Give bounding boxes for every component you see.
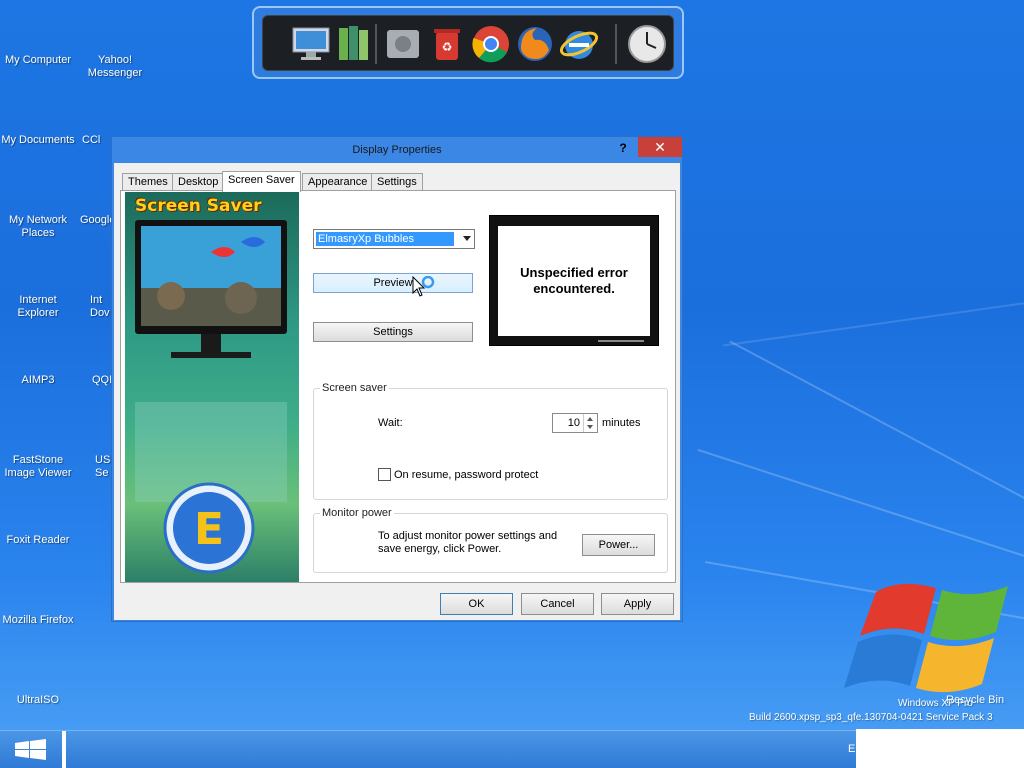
screensaver-select[interactable]: ElmasryXp Bubbles — [313, 229, 475, 249]
tab-screen-saver[interactable]: Screen Saver — [222, 171, 301, 192]
help-button[interactable]: ? — [612, 139, 634, 157]
screen-saver-banner: Screen Saver E — [125, 192, 299, 582]
tab-appearance[interactable]: Appearance — [302, 173, 374, 191]
cancel-button[interactable]: Cancel — [521, 593, 594, 615]
minutes-label: minutes — [602, 417, 641, 429]
dock: ♻ — [262, 15, 674, 71]
tab-settings[interactable]: Settings — [371, 173, 423, 191]
desktop-icon-faststone[interactable]: FastStone Image Viewer — [0, 454, 76, 480]
screensaver-select-value: ElmasryXp Bubbles — [316, 232, 454, 246]
recycle-bin-icon[interactable]: ♻ — [427, 24, 467, 64]
apply-button[interactable]: Apply — [601, 593, 674, 615]
desktop-icon-ccleaner[interactable]: CCl — [82, 134, 112, 147]
password-protect-label[interactable]: On resume, password protect — [394, 469, 538, 481]
ok-button[interactable]: OK — [440, 593, 513, 615]
firefox-icon[interactable] — [515, 24, 555, 64]
tray-label: E — [848, 743, 856, 755]
desktop-icon-google[interactable]: Google — [80, 214, 112, 227]
windows-logo-icon — [844, 583, 1008, 693]
dock-separator — [615, 24, 617, 64]
disk-icon[interactable] — [383, 24, 423, 64]
dock-separator — [375, 24, 377, 64]
desktop-icon-usb[interactable]: USI Se — [95, 454, 112, 480]
spin-down-icon[interactable] — [587, 425, 593, 429]
desktop-icon-aimp3[interactable]: AIMP3 — [0, 374, 76, 387]
chevron-down-icon[interactable] — [463, 236, 471, 241]
desktop-icon-mozilla-firefox[interactable]: Mozilla Firefox — [0, 614, 76, 627]
monitor-stand-bar — [598, 340, 644, 342]
window-title: Display Properties — [352, 144, 442, 156]
settings-button[interactable]: Settings — [313, 322, 473, 342]
build-text: Build 2600.xpsp_sp3_qfe.130704-0421 Serv… — [749, 712, 993, 723]
desktop-icon-internet-download[interactable]: Int Dov — [90, 294, 112, 320]
spin-up-icon[interactable] — [587, 417, 593, 421]
power-button[interactable]: Power... — [582, 534, 655, 556]
screen-saver-group: Screen saver Wait: 10 minutes On resume,… — [313, 382, 668, 500]
screen-saver-panel: Screen Saver E ElmasryXp Bubbles Preview… — [120, 190, 676, 583]
tray-overlay — [856, 729, 1024, 768]
dock-frame: ♻ — [252, 6, 684, 79]
start-button-windows-icon[interactable] — [0, 731, 62, 768]
monitor-power-group: Monitor power To adjust monitor power se… — [313, 507, 668, 573]
preview-button[interactable]: Preview — [313, 273, 473, 293]
screen-saver-group-label: Screen saver — [320, 382, 389, 394]
os-version-text: Windows XP Pro — [898, 698, 973, 709]
password-protect-checkbox[interactable] — [378, 468, 391, 481]
stepper-buttons[interactable] — [583, 414, 597, 432]
wait-label: Wait: — [378, 417, 403, 429]
svg-text:♻: ♻ — [442, 40, 453, 54]
desktop-icon-my-documents[interactable]: My Documents — [0, 134, 76, 147]
tab-desktop[interactable]: Desktop — [172, 173, 225, 191]
aquarium-monitor-image — [135, 220, 287, 358]
clock-icon[interactable] — [627, 24, 667, 64]
monitor-power-description: To adjust monitor power settings and sav… — [378, 530, 558, 555]
wait-minutes-stepper[interactable]: 10 — [552, 413, 598, 433]
internet-explorer-icon[interactable] — [559, 24, 599, 64]
monitor-icon[interactable] — [291, 24, 331, 64]
wait-minutes-value: 10 — [567, 417, 580, 429]
desktop-icon-ultraiso[interactable]: UltraISO — [0, 694, 76, 707]
svg-text:E: E — [194, 504, 224, 555]
close-button[interactable]: ✕ — [638, 137, 682, 157]
monitor-error-message: Unspecified error encountered. — [498, 226, 650, 336]
chrome-icon[interactable] — [471, 24, 511, 64]
taskbar-separator — [62, 731, 66, 768]
banner-title: Screen Saver — [135, 196, 262, 216]
busy-cursor-icon — [412, 276, 435, 297]
desktop-icon-internet-explorer[interactable]: Internet Explorer — [0, 294, 76, 320]
window-client: Themes Desktop Screen Saver Appearance S… — [114, 163, 680, 620]
desktop-icon-qq[interactable]: QQI — [92, 374, 112, 387]
title-bar[interactable]: Display Properties ? ✕ — [112, 137, 682, 162]
tab-themes[interactable]: Themes — [122, 173, 174, 191]
monitor-preview: Unspecified error encountered. — [489, 215, 659, 346]
desktop-icon-my-computer[interactable]: My Computer — [0, 54, 76, 67]
desktop-icon-foxit-reader[interactable]: Foxit Reader — [0, 534, 76, 547]
books-icon[interactable] — [335, 24, 375, 64]
desktop-icon-my-network-places[interactable]: My Network Places — [0, 214, 76, 240]
monitor-power-group-label: Monitor power — [320, 507, 394, 519]
display-properties-window: Display Properties ? ✕ Themes Desktop Sc… — [111, 136, 683, 622]
desktop-icon-yahoo-messenger[interactable]: Yahoo! Messenger — [77, 54, 153, 80]
elmasry-logo-icon: E — [163, 482, 255, 574]
